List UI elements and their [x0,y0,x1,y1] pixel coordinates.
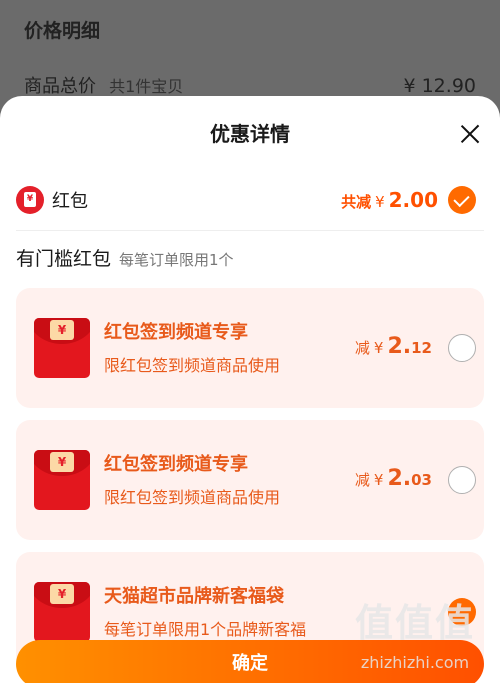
hongbao-total: 共减 ¥ 2.00 [341,188,438,212]
total-amount: 2.00 [388,188,438,212]
divider [16,230,484,231]
amount-prefix: 减 [354,339,370,357]
coupon-desc: 每笔订单限用1个品牌新客福 [104,620,307,639]
watermark-site: zhizhizhi.com [360,653,470,672]
hongbao-checkbox[interactable] [448,186,476,214]
amount-int: 2. [387,466,412,491]
price-detail-title: 价格明细 [24,20,101,42]
currency-symbol: ¥ [373,339,384,357]
coupon-title: 红包签到频道专享 [104,454,248,475]
close-icon[interactable] [458,122,482,146]
coupon-card[interactable]: ¥ 红包签到频道专享 限红包签到频道商品使用 减 ¥ 2. 12 [16,288,484,408]
amount-dec: 03 [411,471,432,489]
coupon-desc: 限红包签到频道商品使用 [104,356,281,375]
watermark: 值值值 zhizhizhi.com [344,592,486,672]
coupon-radio[interactable] [448,334,476,362]
discount-sheet: 优惠详情 红包 共减 ¥ 2.00 有门槛红包 每笔订单限用1个 ¥ 红包签到频… [0,96,500,683]
amount-dec: 12 [411,339,432,357]
item-count: 共1件宝贝 [109,77,184,96]
red-envelope-icon: ¥ [34,318,90,378]
coupon-title: 红包签到频道专享 [104,322,248,343]
coupon-amount: 减 ¥ 2. 12 [355,334,432,359]
red-envelope-icon: ¥ [34,582,90,642]
amount-prefix: 减 [354,471,370,489]
watermark-logo: 值值值 [354,601,475,645]
coupon-card[interactable]: ¥ 红包签到频道专享 限红包签到频道商品使用 减 ¥ 2. 03 [16,420,484,540]
section-subtitle: 每笔订单限用1个 [119,251,234,269]
coupon-title: 天猫超市品牌新客福袋 [104,586,284,607]
amount-int: 2. [387,334,412,359]
currency-symbol: ¥ [375,193,385,211]
product-total-label: 商品总价 [24,76,96,97]
hongbao-label: 红包 [52,191,88,212]
product-total-row: 商品总价 共1件宝贝 ¥ 12.90 [24,72,476,98]
coupon-amount: 减 ¥ 2. 03 [355,466,432,491]
red-envelope-icon: ¥ [34,450,90,510]
red-envelope-icon [16,186,44,214]
background-page: 价格明细 商品总价 共1件宝贝 ¥ 12.90 [0,0,500,110]
coupon-desc: 限红包签到频道商品使用 [104,488,281,507]
coupon-radio[interactable] [448,466,476,494]
sheet-title: 优惠详情 [210,122,290,146]
threshold-section-header: 有门槛红包 每笔订单限用1个 [16,244,234,271]
total-prefix: 共减 [341,193,372,211]
currency-symbol: ¥ [373,471,384,489]
product-total-value: ¥ 12.90 [403,75,476,97]
section-title: 有门槛红包 [16,248,112,270]
hongbao-row[interactable]: 红包 共减 ¥ 2.00 [16,182,476,218]
